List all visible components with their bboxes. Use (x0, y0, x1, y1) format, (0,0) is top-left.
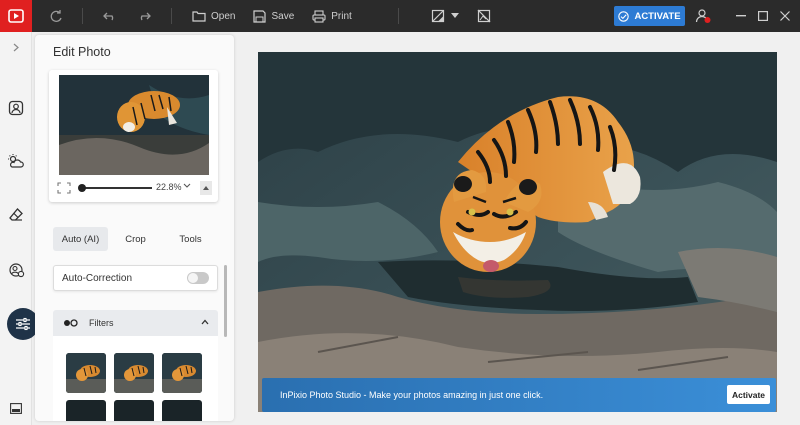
auto-correction-row: Auto-Correction (53, 265, 218, 291)
save-button[interactable]: Save (247, 0, 300, 32)
zoom-row: 22.8% (57, 179, 212, 197)
no-image-icon[interactable] (471, 0, 497, 32)
banner-activate-button[interactable]: Activate (727, 385, 770, 404)
compare-icon[interactable] (425, 0, 451, 32)
activate-button[interactable]: ACTIVATE (614, 6, 685, 26)
undo-icon[interactable] (97, 0, 123, 32)
people-swap-icon[interactable] (0, 258, 32, 282)
tiger-photo (258, 52, 777, 412)
print-label: Print (331, 10, 352, 22)
panel-scrollbar[interactable] (224, 265, 227, 337)
open-label: Open (211, 10, 236, 22)
tab-tools[interactable]: Tools (163, 227, 218, 251)
panel-title: Edit Photo (53, 45, 111, 59)
auto-correction-toggle[interactable] (187, 272, 209, 284)
preview-card: 22.8% (49, 70, 218, 202)
save-label: Save (271, 10, 295, 22)
open-button[interactable]: Open (186, 0, 241, 32)
person-frame-icon[interactable] (0, 96, 32, 120)
floppy-icon (253, 9, 267, 23)
sliders-icon (16, 317, 30, 331)
filter-thumbnail[interactable] (66, 400, 106, 421)
maximize-icon[interactable] (752, 0, 774, 32)
fit-screen-icon[interactable] (57, 182, 71, 194)
zoom-slider-track[interactable] (82, 187, 152, 189)
photo-canvas[interactable] (258, 52, 777, 412)
folder-icon (192, 11, 206, 22)
app-logo (0, 0, 32, 32)
activate-label: ACTIVATE (634, 10, 681, 22)
filter-thumbnail[interactable] (114, 353, 154, 393)
filter-thumbnail[interactable] (162, 400, 202, 421)
rotate-icon[interactable] (44, 0, 70, 32)
chevron-up-icon[interactable] (201, 319, 209, 325)
zoom-up-button[interactable] (200, 181, 212, 195)
auto-correction-label: Auto-Correction (62, 273, 133, 284)
cloud-sun-icon[interactable] (0, 149, 32, 173)
chevron-right-icon[interactable] (0, 35, 32, 59)
close-icon[interactable] (774, 0, 796, 32)
toggle-knob (188, 273, 198, 283)
minimize-icon[interactable] (730, 0, 752, 32)
left-sidebar (0, 32, 39, 425)
filters-label: Filters (89, 318, 114, 328)
edit-photo-panel: Edit Photo 22.8% Auto (AI) Crop Tools Au… (35, 35, 234, 421)
zoom-value[interactable]: 22.8% (156, 182, 182, 192)
zoom-slider-handle[interactable] (78, 184, 86, 192)
promo-banner: InPixio Photo Studio - Make your photos … (262, 378, 776, 412)
filter-thumbnail[interactable] (162, 353, 202, 393)
redo-icon[interactable] (131, 0, 157, 32)
printer-icon (312, 9, 326, 23)
filter-thumbnail[interactable] (114, 400, 154, 421)
chevron-down-icon[interactable] (183, 181, 191, 191)
edit-tabs: Auto (AI) Crop Tools (53, 227, 218, 251)
banner-text: InPixio Photo Studio - Make your photos … (280, 390, 544, 400)
eraser-icon[interactable] (0, 203, 32, 227)
toolbar-divider (397, 8, 399, 24)
filters-grid (53, 336, 218, 421)
toolbar-divider (171, 8, 172, 24)
filter-thumbnail[interactable] (66, 353, 106, 393)
tab-auto-ai[interactable]: Auto (AI) (53, 227, 108, 251)
filters-icon (64, 319, 78, 327)
tab-crop[interactable]: Crop (108, 227, 163, 251)
bottom-panel-icon[interactable] (0, 396, 32, 420)
check-circle-icon (618, 10, 630, 22)
print-button[interactable]: Print (306, 0, 358, 32)
preview-thumbnail[interactable] (59, 75, 209, 175)
caret-up-icon (203, 186, 209, 190)
chevron-down-icon[interactable] (450, 0, 459, 32)
filters-header[interactable]: Filters (53, 310, 218, 336)
account-icon[interactable] (692, 0, 714, 32)
toolbar-divider (82, 8, 83, 24)
